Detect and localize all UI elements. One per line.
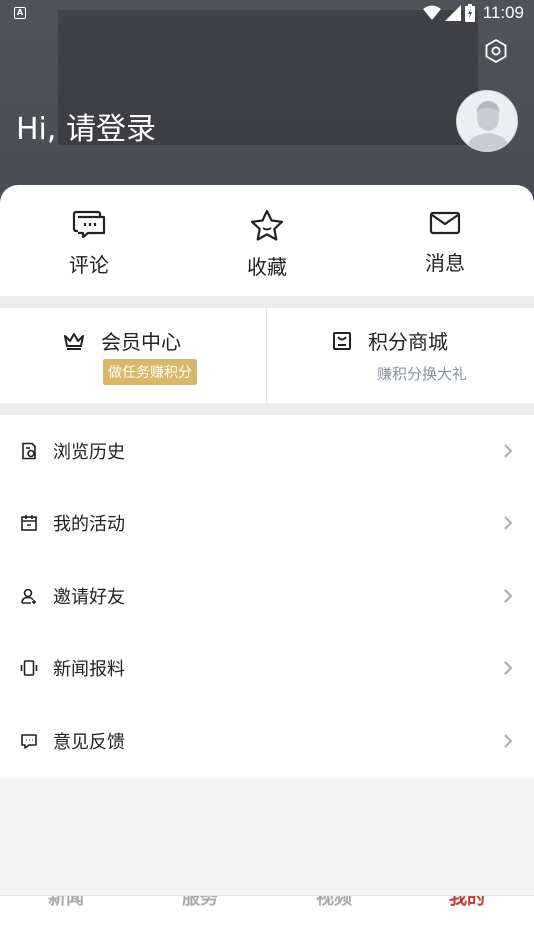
wifi-icon (422, 5, 441, 20)
menu-item-label: 邀请好友 (53, 587, 125, 608)
quick-action-label: 评论 (69, 253, 109, 277)
default-avatar-icon (457, 91, 517, 151)
chevron-right-icon (504, 444, 513, 458)
member-section: 会员中心 做任务赚积分 积分商城 赚积分换大礼 (0, 308, 534, 403)
status-bar: A 11:09 (0, 0, 534, 28)
chevron-right-icon (504, 516, 513, 530)
tab-services[interactable]: 服务 (150, 896, 250, 910)
tab-mine[interactable]: 我的 (417, 896, 517, 910)
mail-icon (429, 211, 461, 235)
history-icon (22, 442, 36, 460)
chevron-right-icon (504, 734, 513, 748)
menu-item-label: 意见反馈 (53, 732, 125, 753)
chevron-right-icon (504, 661, 513, 675)
clock: 11:09 (482, 3, 524, 22)
notification-a-icon: A (14, 7, 26, 19)
chevron-right-icon (504, 589, 513, 603)
empty-space (0, 778, 534, 895)
mall-bag-icon (333, 331, 351, 350)
menu-list: 浏览历史 我的活动 邀请好友 新闻报料 意见反馈 (0, 415, 534, 778)
section-divider (0, 403, 534, 415)
news-tip-icon (20, 660, 38, 676)
comments-shortcut[interactable]: 评论 (29, 209, 149, 278)
messages-shortcut[interactable]: 消息 (385, 209, 505, 276)
quick-action-label: 收藏 (247, 255, 287, 279)
member-center-label: 会员中心 (101, 330, 181, 354)
menu-item-activities[interactable]: 我的活动 (0, 487, 534, 559)
favorites-shortcut[interactable]: 收藏 (207, 209, 327, 280)
settings-button[interactable] (481, 36, 511, 66)
menu-item-news-tip[interactable]: 新闻报料 (0, 632, 534, 704)
settings-hexagon-icon (485, 39, 507, 63)
quick-actions-card: 评论 收藏 消息 (0, 185, 534, 296)
task-points-badge: 做任务赚积分 (103, 359, 197, 385)
feedback-icon (21, 734, 37, 749)
menu-item-label: 浏览历史 (53, 442, 125, 463)
menu-item-label: 我的活动 (53, 514, 125, 535)
bottom-tab-bar: 新闻 服务 视频 我的 (0, 895, 534, 950)
avatar[interactable] (456, 90, 518, 152)
star-icon (250, 209, 284, 241)
login-prompt[interactable]: Hi, 请登录 (16, 104, 156, 148)
menu-item-feedback[interactable]: 意见反馈 (0, 705, 534, 777)
comment-icon (72, 210, 106, 239)
battery-icon (464, 4, 475, 22)
menu-item-invite[interactable]: 邀请好友 (0, 560, 534, 632)
menu-item-label: 新闻报料 (53, 659, 125, 680)
member-center-button[interactable]: 会员中心 做任务赚积分 (0, 308, 267, 403)
points-mall-button[interactable]: 积分商城 赚积分换大礼 (267, 308, 534, 403)
quick-action-label: 消息 (425, 251, 465, 275)
invite-user-icon (21, 588, 36, 604)
tab-video[interactable]: 视频 (284, 896, 384, 910)
points-mall-subtitle: 赚积分换大礼 (377, 365, 468, 383)
points-mall-label: 积分商城 (368, 330, 448, 354)
profile-header: A 11:09 Hi, 请登录 (0, 0, 534, 210)
menu-item-history[interactable]: 浏览历史 (0, 415, 534, 487)
tab-news[interactable]: 新闻 (16, 896, 116, 910)
section-divider (0, 296, 534, 308)
calendar-icon (21, 515, 37, 531)
cell-signal-icon (444, 5, 461, 21)
crown-icon (64, 332, 84, 350)
